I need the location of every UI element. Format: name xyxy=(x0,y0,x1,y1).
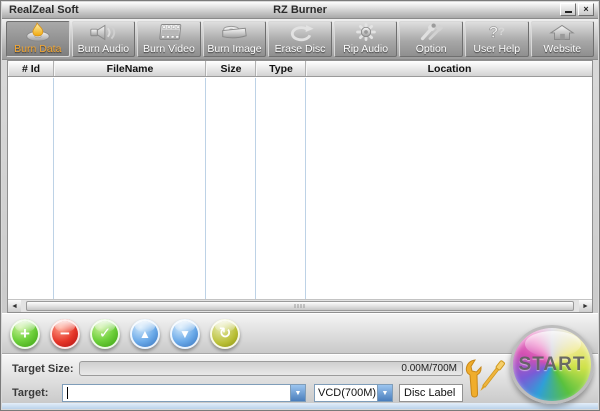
scrollbar-track[interactable] xyxy=(21,300,579,312)
home-icon xyxy=(547,21,577,43)
toolbar-button-label: Burn Image xyxy=(207,43,262,55)
up-arrow-icon: ▲ xyxy=(139,326,151,341)
close-button[interactable]: × xyxy=(578,3,594,16)
toolbar-button-label: Option xyxy=(415,43,447,55)
user-help-button[interactable]: ? ? User Help xyxy=(464,21,529,57)
speaker-icon xyxy=(88,21,118,43)
window-title: RZ Burner xyxy=(273,4,327,16)
disc-type-dropdown-button[interactable]: ▼ xyxy=(377,385,392,401)
right-arrow-icon: ► xyxy=(582,302,589,310)
scrollbar-grip-icon xyxy=(294,304,306,308)
toolbar-button-label: Burn Video xyxy=(143,43,195,55)
left-arrow-icon: ◄ xyxy=(11,302,18,310)
burn-image-button[interactable]: Burn Image xyxy=(202,21,267,57)
burn-data-button[interactable]: Burn Data xyxy=(6,21,70,57)
minimize-button[interactable] xyxy=(560,3,576,16)
minus-icon: − xyxy=(60,324,70,343)
toolbar-button-label: Website xyxy=(543,43,582,55)
toolbar-button-label: Burn Audio xyxy=(77,43,130,55)
target-panel: Target Size: 0.00M/700M Target: ▼ VCD(70… xyxy=(2,354,598,405)
rz-burner-window: RealZeal Soft RZ Burner × Burn Data Burn… xyxy=(0,0,600,411)
question-mark-icon: ? ? xyxy=(482,21,512,43)
target-label: Target: xyxy=(12,387,49,399)
window-bottom-edge xyxy=(2,403,598,409)
filmstrip-icon xyxy=(154,21,184,43)
disc-flame-icon xyxy=(23,21,53,43)
scroll-left-button[interactable]: ◄ xyxy=(8,300,21,312)
column-divider xyxy=(255,78,256,299)
column-header-id[interactable]: # Id xyxy=(8,61,54,76)
remove-file-button[interactable]: − xyxy=(50,318,80,349)
title-bar: RealZeal Soft RZ Burner × xyxy=(2,2,598,19)
column-header-location[interactable]: Location xyxy=(306,61,592,76)
target-size-value: 0.00M/700M xyxy=(401,363,457,374)
start-button-label: START xyxy=(518,353,586,375)
circular-arrow-icon xyxy=(285,21,315,43)
action-button-bar: + − ✓ ▲ ▼ ↻ xyxy=(2,313,598,354)
toolbar-button-label: Burn Data xyxy=(14,43,62,55)
column-divider xyxy=(53,78,54,299)
file-list: # Id FileName Size Type Location ◄ ► xyxy=(7,60,593,313)
erase-disc-button[interactable]: Erase Disc xyxy=(268,21,332,57)
toolbar-button-label: Erase Disc xyxy=(274,43,326,55)
scroll-right-button[interactable]: ► xyxy=(579,300,592,312)
rip-audio-button[interactable]: Rip Audio xyxy=(333,21,398,57)
target-combobox[interactable]: ▼ xyxy=(62,384,306,402)
svg-text:?: ? xyxy=(488,25,498,42)
app-title: RealZeal Soft xyxy=(9,4,79,16)
disc-label-input[interactable]: Disc Label xyxy=(399,384,463,402)
close-icon: × xyxy=(583,4,589,14)
text-caret xyxy=(67,387,68,399)
svg-text:?: ? xyxy=(498,26,505,38)
down-arrow-icon: ▼ xyxy=(179,326,191,341)
target-size-progressbar: 0.00M/700M xyxy=(79,361,463,376)
chevron-down-icon: ▼ xyxy=(294,389,302,397)
disc-type-value: VCD(700M) xyxy=(318,387,377,399)
column-header-size[interactable]: Size xyxy=(206,61,256,76)
start-button[interactable]: START xyxy=(510,325,594,404)
website-button[interactable]: Website xyxy=(530,21,595,57)
move-up-button[interactable]: ▲ xyxy=(130,318,160,349)
column-divider xyxy=(205,78,206,299)
burn-video-button[interactable]: Burn Video xyxy=(137,21,201,57)
refresh-button[interactable]: ↻ xyxy=(210,318,240,349)
check-icon: ✓ xyxy=(98,325,112,342)
gear-icon xyxy=(351,21,381,43)
column-header-filename[interactable]: FileName xyxy=(54,61,206,76)
disc-drive-icon xyxy=(219,21,249,43)
move-down-button[interactable]: ▼ xyxy=(170,318,200,349)
tools-artwork-icon xyxy=(460,356,508,407)
target-dropdown-button[interactable]: ▼ xyxy=(290,385,305,401)
column-header-type[interactable]: Type xyxy=(256,61,306,76)
confirm-button[interactable]: ✓ xyxy=(90,318,120,349)
minimize-icon xyxy=(564,11,572,13)
main-toolbar: Burn Data Burn Audio Burn Video Burn Ima… xyxy=(2,19,598,60)
disc-label-value: Disc Label xyxy=(404,387,456,399)
column-divider xyxy=(305,78,306,299)
option-button[interactable]: Option xyxy=(399,21,463,57)
target-size-label: Target Size: xyxy=(12,363,74,375)
horizontal-scrollbar: ◄ ► xyxy=(8,299,592,312)
scrollbar-thumb[interactable] xyxy=(26,301,574,311)
file-list-header: # Id FileName Size Type Location xyxy=(8,61,592,77)
file-list-body[interactable] xyxy=(8,78,592,299)
refresh-icon: ↻ xyxy=(218,325,232,342)
disc-type-dropdown[interactable]: VCD(700M) ▼ xyxy=(314,384,393,402)
chevron-down-icon: ▼ xyxy=(381,389,389,397)
plus-icon: + xyxy=(20,324,30,343)
burn-audio-button[interactable]: Burn Audio xyxy=(71,21,136,57)
add-file-button[interactable]: + xyxy=(10,318,40,349)
tools-icon xyxy=(416,21,446,43)
toolbar-button-label: User Help xyxy=(473,43,521,55)
toolbar-button-label: Rip Audio xyxy=(343,43,389,55)
